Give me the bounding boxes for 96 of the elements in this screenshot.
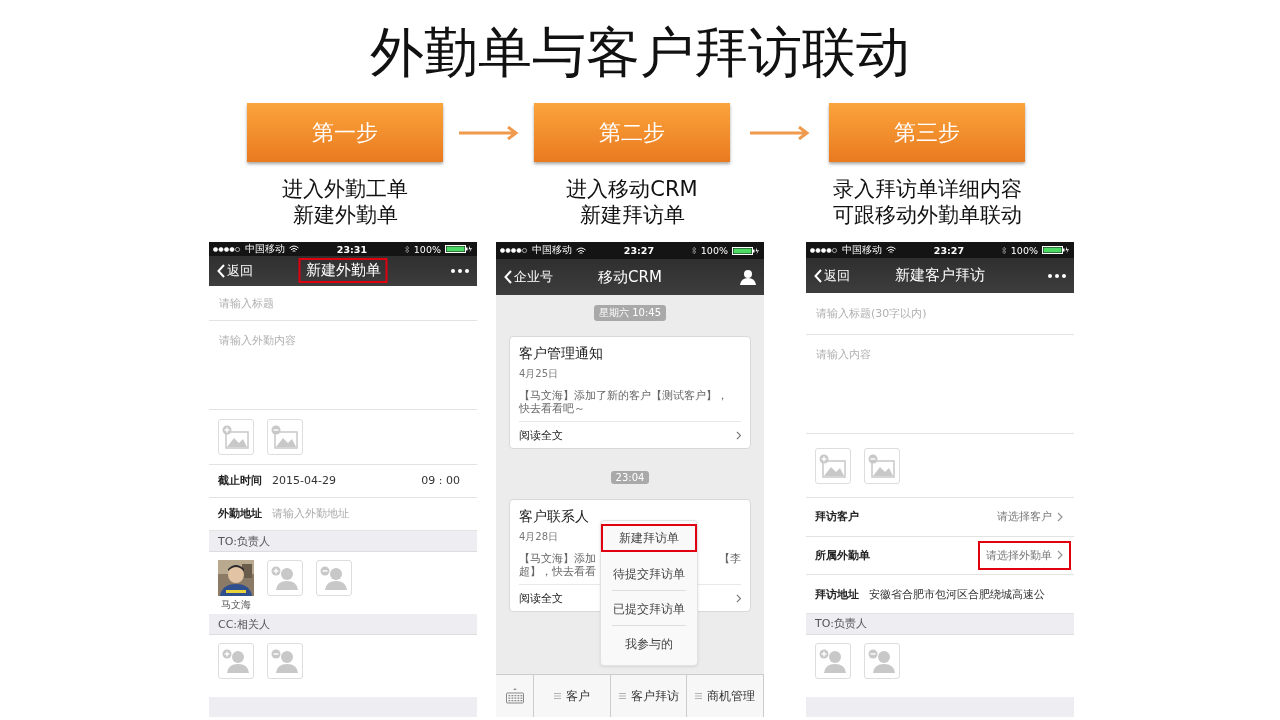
read-more-link[interactable]: 阅读全文 [519,421,741,448]
menu-icon [618,693,626,699]
timestamp: 23:04 [610,471,650,484]
battery-label: 100% [1010,244,1038,256]
back-button[interactable]: 返回 [814,266,850,285]
screen-title: 新建客户拜访 [894,265,986,287]
tab[interactable]: 客户 [534,675,611,717]
more-icon[interactable] [1048,273,1066,278]
add-person-icon[interactable] [218,643,254,679]
more-icon[interactable] [451,268,469,273]
chevron-icon [1057,511,1063,522]
status-time: 23:31 [335,243,369,255]
back-button[interactable]: 企业号 [504,268,553,286]
step-label: 第二步 [534,103,730,162]
bluetooth-icon [1001,245,1007,255]
row-label: 截止时间 [218,473,262,489]
signal-icon [500,248,528,253]
screen-title: 新建外勤单 [298,258,388,284]
keyboard-icon[interactable] [505,688,524,704]
signal-icon [810,247,838,253]
add-image-icon[interactable] [815,447,851,484]
bluetooth-icon [404,244,410,254]
row-label: 拜访地址 [815,586,859,602]
remove-image-icon[interactable] [864,447,900,484]
carrier-label: 中国移动 [842,243,882,257]
battery-label: 100% [413,243,441,255]
menu-item[interactable]: 已提交拜访单 [611,591,687,626]
menu-item[interactable]: 新建拜访单 [601,524,697,552]
section-header: CC:相关人 [209,614,477,635]
person-name: 马文海 [221,598,251,612]
step-label: 第一步 [247,103,443,162]
row-label: 所属外勤单 [815,547,870,563]
add-image-icon[interactable] [218,418,254,455]
battery-icon [445,245,473,253]
chevron-icon [1057,550,1063,561]
bluetooth-icon [691,246,697,255]
wifi-icon [576,246,586,255]
date-value[interactable]: 2015-04-29 [272,474,336,488]
select-link[interactable]: 请选择外勤单 [978,540,1071,570]
wifi-icon [289,245,299,253]
section-header: TO:负责人 [209,531,477,552]
menu-icon [553,693,561,699]
card-text: 【马文海】添加了新的客户【测试客户】， [519,389,728,402]
wifi-icon [886,246,896,255]
step-caption: 新建拜访单 [579,202,685,228]
step-caption: 录入拜访单详细内容 [832,176,1022,202]
status-time: 23:27 [622,245,656,256]
row-label: 拜访客户 [815,509,859,525]
chevron-icon [814,268,822,283]
step-caption: 进入外勤工单 [282,176,408,202]
row-label: 外勤地址 [218,506,262,522]
card-title: 客户联系人 [519,508,589,526]
card-date: 4月28日 [519,530,559,544]
step-label: 第三步 [829,103,1025,162]
battery-label: 100% [700,245,728,256]
tab[interactable]: 客户拜访 [610,675,688,717]
card-text: 【李 [719,552,741,566]
add-person-icon[interactable] [267,560,303,596]
card-text: 快去看看吧～ [519,402,586,415]
status-time: 23:27 [932,244,966,256]
card-date: 4月25日 [519,367,559,381]
step-caption: 进入移动CRM [566,176,698,202]
menu-item[interactable]: 待提交拜访单 [611,556,687,591]
address-value: 安徽省合肥市包河区合肥绕城高速公 [869,586,1045,602]
chevron-icon [504,270,512,284]
select-link[interactable]: 请选择客户 [989,502,1071,532]
arrow-icon [458,125,519,140]
timestamp: 星期六 10:45 [594,305,666,321]
back-button[interactable]: 返回 [217,261,253,280]
battery-icon [732,246,760,255]
carrier-label: 中国移动 [532,244,572,257]
step-caption: 新建外勤单 [292,202,398,228]
person-icon[interactable] [740,269,756,285]
time-value[interactable]: 09 : 00 [421,474,460,488]
section-header: TO:负责人 [806,614,1074,635]
card-title: 客户管理通知 [519,345,603,363]
arrow-icon [749,125,810,140]
slide-title: 外勤单与客户拜访联动 [369,20,911,86]
card-text: 【马文海】添加 [519,552,596,565]
tab[interactable]: 商机管理 [687,675,764,717]
menu-icon [695,693,703,699]
chevron-icon [735,430,741,440]
battery-icon [1042,246,1070,255]
remove-person-icon[interactable] [864,643,900,679]
remove-person-icon[interactable] [267,643,303,679]
menu-item[interactable]: 我参与的 [611,626,687,661]
chevron-icon [735,593,741,603]
add-person-icon[interactable] [815,643,851,679]
step-caption: 可跟移动外勤单联动 [832,202,1022,228]
chevron-icon [217,263,225,278]
carrier-label: 中国移动 [245,242,285,256]
card-text: 超】，快去看看 [519,565,596,578]
remove-person-icon[interactable] [316,560,352,596]
remove-image-icon[interactable] [267,418,303,455]
screen-title: 移动CRM [597,266,663,288]
signal-icon [213,246,241,252]
